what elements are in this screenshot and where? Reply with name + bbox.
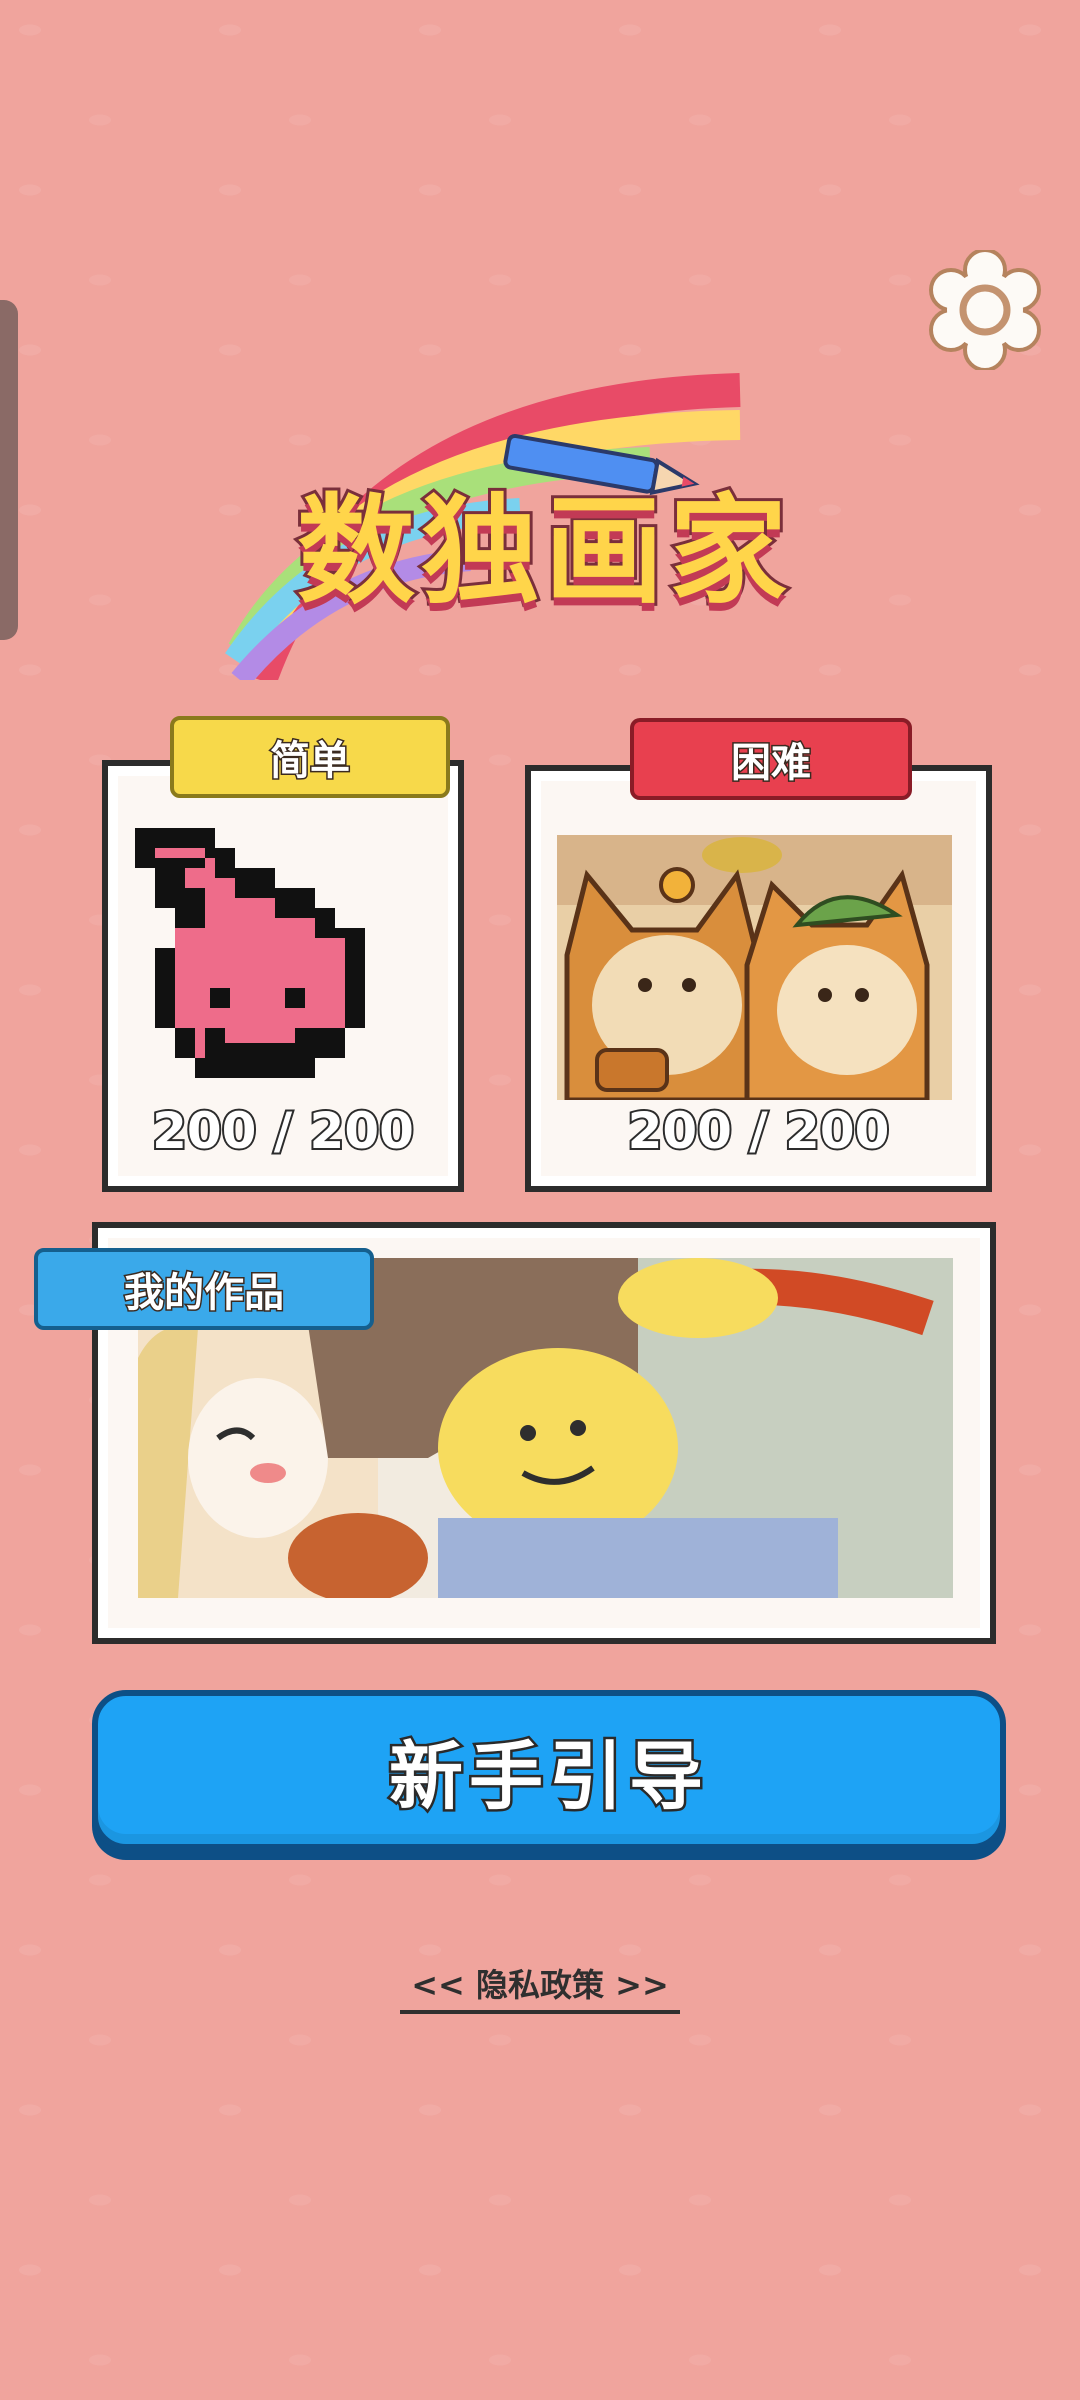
tutorial-button[interactable]: 新手引导 xyxy=(92,1690,1006,1850)
hard-mode-progress: 200 / 200 xyxy=(626,1100,892,1162)
gear-icon xyxy=(929,248,1041,372)
privacy-policy-link[interactable]: << 隐私政策 >> xyxy=(400,1960,680,2014)
edge-handle[interactable] xyxy=(0,300,18,640)
settings-button[interactable] xyxy=(925,248,1045,372)
game-logo: 数独画家 xyxy=(220,360,870,680)
hard-mode-label[interactable]: 困难 xyxy=(630,718,912,800)
my-works-label[interactable]: 我的作品 xyxy=(34,1248,374,1330)
easy-mode-progress: 200 / 200 xyxy=(150,1100,416,1162)
pink-blob-pixel-art xyxy=(135,828,365,1078)
game-title: 数独画家 xyxy=(294,479,793,623)
easy-mode-label[interactable]: 简单 xyxy=(170,716,450,798)
shiba-dogs-pixel-art xyxy=(557,835,952,1100)
